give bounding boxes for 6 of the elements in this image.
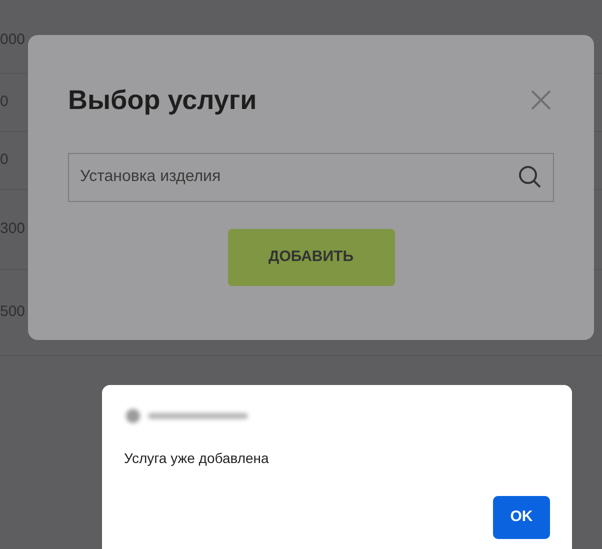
ok-button[interactable]: OK [493, 496, 550, 539]
search-field[interactable]: Установка изделия [68, 152, 554, 202]
dialog-title: Выбор услуги [68, 84, 257, 117]
alert-message: Услуга уже добавлена [124, 449, 270, 468]
search-icon[interactable] [518, 165, 542, 189]
add-button[interactable]: ДОБАВИТЬ [228, 228, 394, 286]
